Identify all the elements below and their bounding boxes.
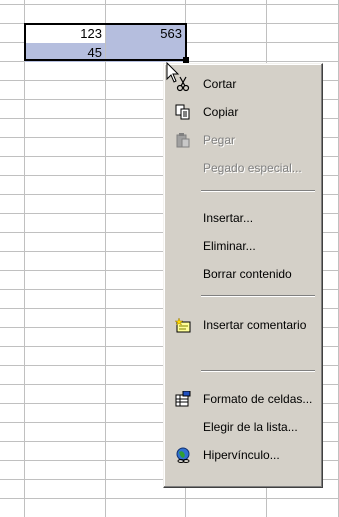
menu-item-delete[interactable]: Eliminar... — [166, 232, 320, 260]
hyperlink-icon — [176, 447, 190, 463]
menu-item-format-cells[interactable]: Formato de celdas... — [166, 385, 320, 413]
menu-separator — [201, 295, 315, 297]
menu-item-insert-comment[interactable]: Insertar comentario — [166, 311, 320, 339]
format-cells-icon — [175, 391, 191, 407]
menu-item-label: Elegir de la lista... — [203, 420, 298, 434]
menu-separator — [201, 370, 315, 372]
menu-item-pick-from-list[interactable]: Elegir de la lista... — [166, 413, 320, 441]
context-menu: Cortar Copiar Pegar Pegado especial... I… — [163, 63, 323, 488]
menu-item-label: Insertar comentario — [203, 318, 307, 332]
grid-line — [105, 0, 106, 517]
grid-line — [24, 0, 25, 517]
paste-icon — [176, 133, 190, 148]
menu-item-label: Copiar — [203, 105, 239, 119]
menu-item-label: Pegar — [203, 133, 236, 147]
menu-item-label: Cortar — [203, 77, 237, 91]
selection-border — [24, 23, 187, 61]
menu-item-label: Eliminar... — [203, 239, 256, 253]
menu-item-paste-special: Pegado especial... — [166, 154, 320, 182]
menu-item-cut[interactable]: Cortar — [166, 70, 320, 98]
grid-line — [0, 498, 339, 499]
grid-line — [0, 4, 339, 5]
menu-item-label: Hipervínculo... — [203, 448, 280, 462]
menu-item-label: Borrar contenido — [203, 267, 292, 281]
comment-icon — [175, 317, 191, 333]
menu-item-hyperlink[interactable]: Hipervínculo... — [166, 441, 320, 469]
menu-separator — [201, 190, 315, 192]
menu-item-clear-contents[interactable]: Borrar contenido — [166, 260, 320, 288]
mouse-pointer-icon — [166, 62, 180, 83]
menu-item-copy[interactable]: Copiar — [166, 98, 320, 126]
menu-item-label: Pegado especial... — [203, 161, 302, 175]
menu-item-paste: Pegar — [166, 126, 320, 154]
menu-item-label: Formato de celdas... — [203, 392, 313, 406]
menu-item-label: Insertar... — [203, 211, 254, 225]
copy-icon — [175, 104, 190, 120]
menu-item-insert[interactable]: Insertar... — [166, 204, 320, 232]
